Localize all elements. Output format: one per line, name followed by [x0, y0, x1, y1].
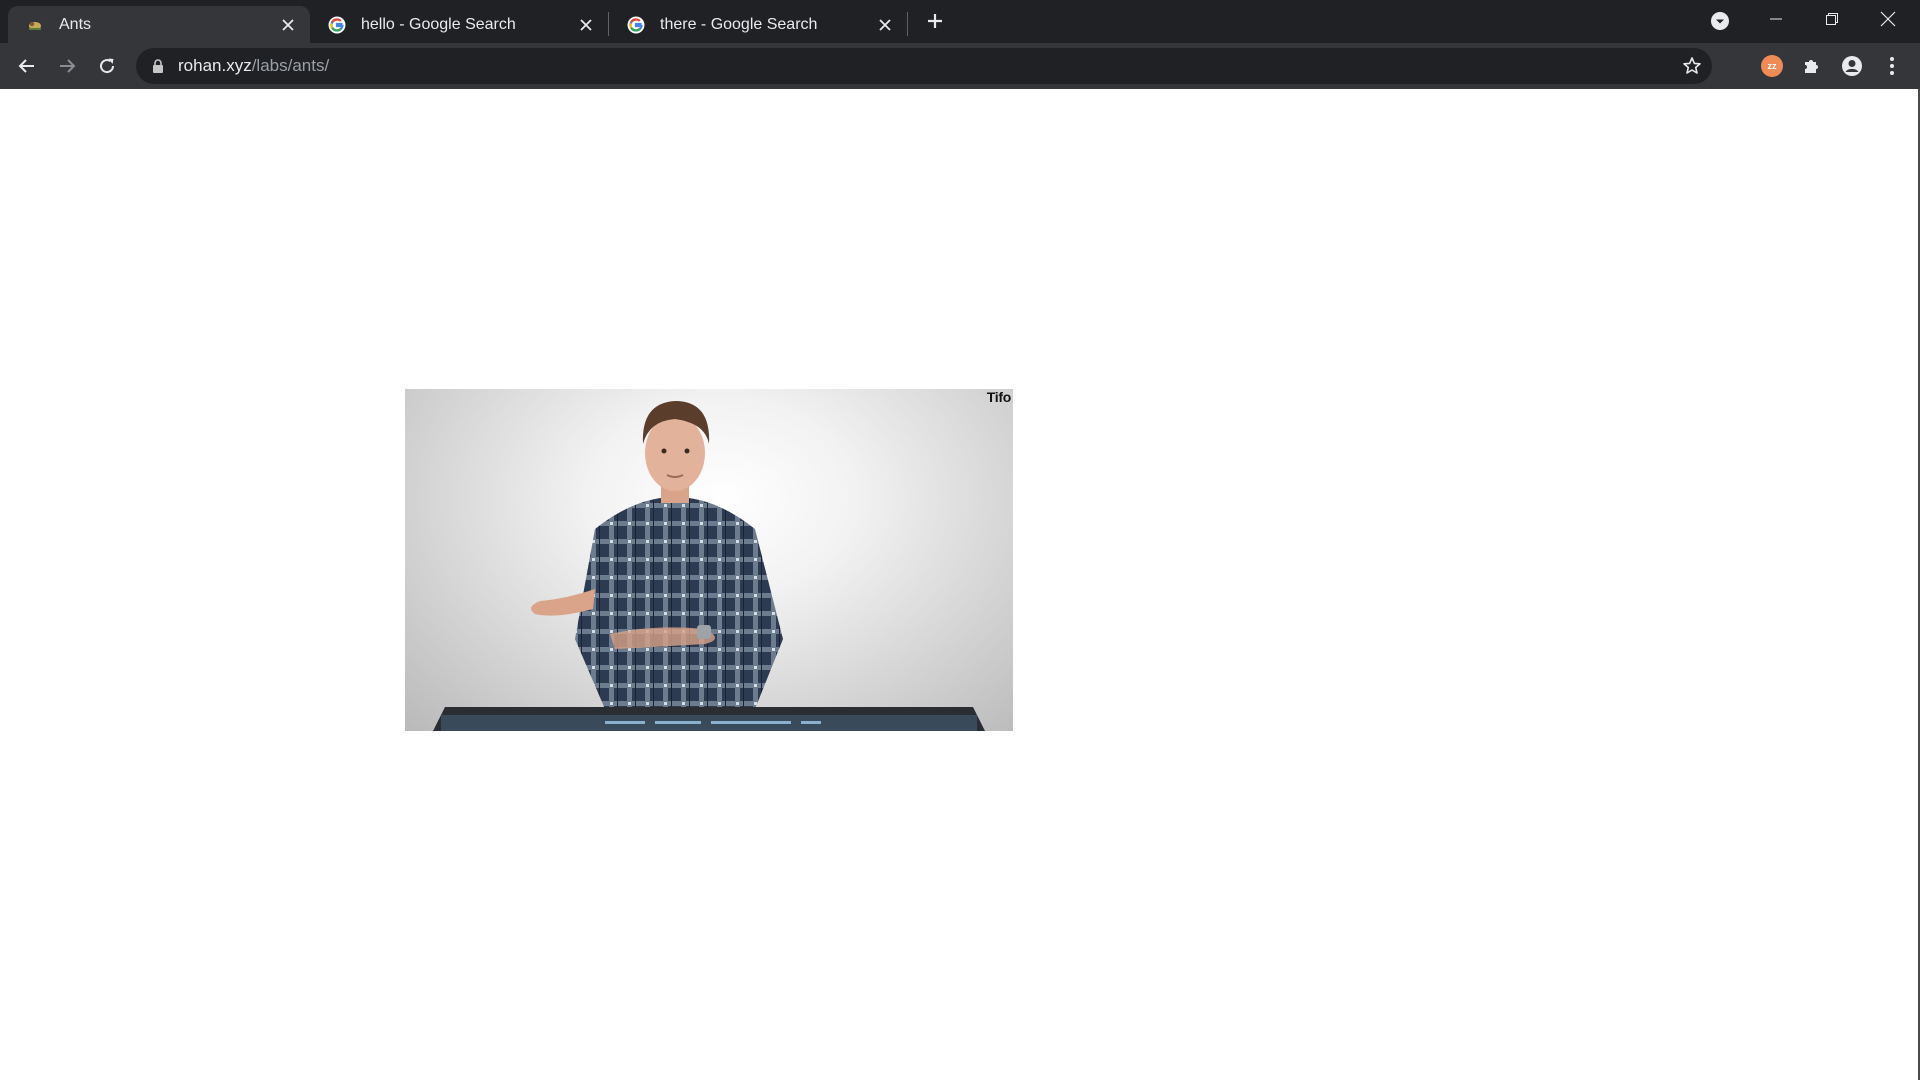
tab-title: there - Google Search	[660, 15, 818, 33]
ant-favicon-icon	[25, 15, 45, 35]
google-g-icon	[327, 15, 347, 35]
tab-title: Ants	[59, 15, 92, 33]
tab-ants[interactable]: Ants	[8, 6, 310, 43]
address-bar[interactable]: rohan.xyz/labs/ants/	[136, 48, 1712, 84]
tab-hello-google-search[interactable]: hello - Google Search	[310, 6, 608, 43]
browser-toolbar: rohan.xyz/labs/ants/ zz	[0, 43, 1920, 89]
close-tab-icon[interactable]	[875, 15, 895, 35]
kebab-menu-icon	[1890, 57, 1894, 75]
chevron-down-circle-icon	[1711, 12, 1729, 30]
google-g-icon	[626, 15, 646, 35]
extension-badge-icon: zz	[1761, 55, 1783, 77]
restore-icon	[1826, 13, 1838, 25]
browser-window: Ants hello - Google Search there - Googl…	[0, 0, 1920, 1080]
profile-button[interactable]	[1838, 52, 1866, 80]
restore-button[interactable]	[1804, 0, 1860, 38]
tab-title: hello - Google Search	[361, 15, 516, 33]
page-viewport: Tifo	[0, 89, 1920, 1080]
account-circle-icon	[1842, 56, 1862, 76]
tab-there-google-search[interactable]: there - Google Search	[609, 6, 907, 43]
arrow-right-icon	[60, 59, 76, 73]
url-path: /labs/ants/	[251, 56, 330, 75]
puzzle-piece-icon	[1805, 60, 1818, 73]
arrow-left-icon	[18, 59, 34, 73]
chrome-menu-button[interactable]	[1878, 52, 1906, 80]
forward-button[interactable]	[49, 48, 85, 84]
minimize-button[interactable]	[1748, 0, 1804, 38]
tab-search-button[interactable]	[1708, 9, 1732, 33]
reload-button[interactable]	[89, 48, 125, 84]
extensions-button[interactable]	[1798, 52, 1826, 80]
extension-badge-button[interactable]: zz	[1758, 52, 1786, 80]
video-frame-person-presenting	[433, 401, 985, 731]
bookmark-star-icon[interactable]	[1680, 54, 1704, 78]
video-brand-watermark: Tifo	[986, 389, 1012, 405]
plus-icon	[928, 14, 942, 28]
tab-strip: Ants hello - Google Search there - Googl…	[0, 0, 1920, 43]
embedded-video[interactable]: Tifo	[405, 389, 1013, 731]
lock-icon[interactable]	[150, 58, 166, 74]
close-icon	[1880, 11, 1896, 27]
back-button[interactable]	[9, 48, 45, 84]
minimize-icon	[1770, 18, 1782, 20]
tab-separator	[907, 12, 908, 36]
url-domain: rohan.xyz	[178, 56, 252, 75]
url-text[interactable]: rohan.xyz/labs/ants/	[178, 56, 329, 76]
close-tab-icon[interactable]	[576, 15, 596, 35]
close-window-button[interactable]	[1860, 0, 1916, 38]
new-tab-button[interactable]	[920, 6, 950, 36]
close-tab-icon[interactable]	[278, 15, 298, 35]
reload-icon	[100, 58, 115, 74]
